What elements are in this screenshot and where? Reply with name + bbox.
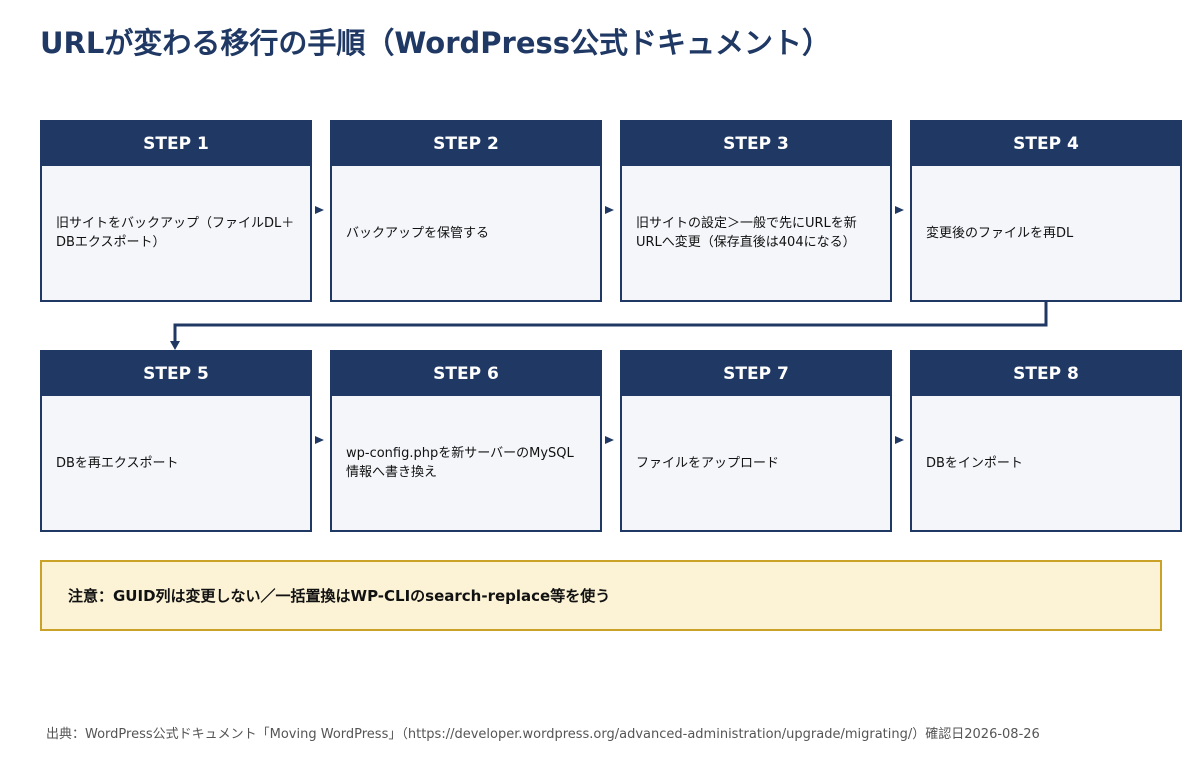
arrow-icon-1-2 bbox=[315, 206, 324, 214]
arrow-icon-5-6 bbox=[315, 436, 324, 444]
row-wrap-arrow-icon bbox=[170, 341, 180, 350]
source-citation: 出典：WordPress公式ドキュメント「Moving WordPress」（h… bbox=[46, 727, 1040, 742]
row-wrap-connector bbox=[173, 302, 1048, 342]
flow-arrows bbox=[170, 206, 1048, 444]
arrow-icon-6-7 bbox=[605, 436, 614, 444]
arrow-icon-2-3 bbox=[605, 206, 614, 214]
arrow-icon-3-4 bbox=[895, 206, 904, 214]
caution-note: 注意：GUID列は変更しない／一括置換はWP-CLIのsearch-replac… bbox=[40, 560, 1162, 631]
arrow-icon-7-8 bbox=[895, 436, 904, 444]
